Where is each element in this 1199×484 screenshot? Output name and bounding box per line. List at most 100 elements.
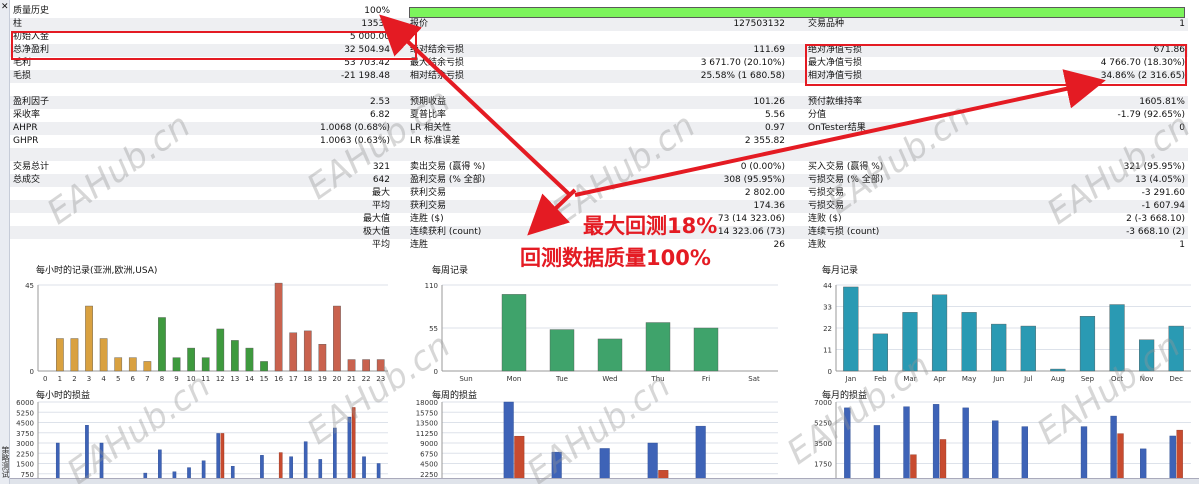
loss-bar: [514, 435, 525, 484]
x-tick-label: Sat: [748, 375, 760, 383]
stat-label: [808, 148, 958, 161]
x-tick-label: Sun: [459, 375, 472, 383]
stat-label: 绝对结余亏损: [410, 45, 465, 55]
stat-label: 连续获利 (count): [410, 227, 482, 237]
bar: [333, 305, 341, 372]
stat-label: 预期收益: [410, 97, 447, 107]
stat-value: 0 (0.00%): [740, 162, 785, 172]
report-row: GHPR 1.0063 (0.63%) LR 标准误差 2 355.82: [10, 135, 1188, 148]
x-tick-label: Dec: [1169, 375, 1183, 383]
y-tick-label: 1500: [16, 461, 34, 469]
profit-bar: [992, 420, 999, 484]
bar: [991, 323, 1007, 372]
stat-label: 获利交易: [410, 201, 447, 211]
profit-bar: [844, 407, 851, 484]
stat-label: 预付款维持率: [808, 97, 863, 107]
bar: [961, 312, 977, 372]
stat-value: 25.58% (1 680.58): [700, 71, 785, 81]
x-tick-label: Nov: [1140, 375, 1154, 383]
stat-value: 13 (4.05%): [1135, 175, 1185, 185]
bar: [872, 333, 888, 372]
weekly-pl-title: 每周的损益: [432, 391, 478, 401]
stat-value: [1035, 135, 1185, 148]
stat-label: LR 标准误差: [410, 136, 461, 146]
stat-label: [13, 239, 163, 252]
y-tick-label: 11250: [416, 430, 438, 438]
x-tick-label: 6: [131, 375, 136, 383]
charts-area: 每小时的记录(亚洲,欧洲,USA) 45 0 0 1 2 3 4 5 6 7 8 9 10 11 12 13 1…: [10, 263, 1199, 484]
y-tick-label: 3000: [16, 440, 34, 448]
stat-value: 最大值: [362, 214, 390, 224]
x-tick-label: 10: [187, 375, 196, 383]
loss-bar: [351, 407, 356, 484]
report-row: 毛利 53 703.42 最大结余亏损 3 671.70 (20.10%) 最大净值亏损…: [10, 57, 1188, 70]
bar: [645, 322, 671, 372]
profit-bar: [932, 404, 940, 484]
x-tick-label: Feb: [874, 375, 887, 383]
stat-value: -1 607.94: [1141, 201, 1185, 211]
stat-value: [1035, 148, 1185, 161]
bar: [501, 294, 527, 372]
y-tick-label: 55: [429, 325, 438, 333]
stat-value: 平均: [371, 201, 390, 211]
y-tick-label: 15750: [416, 409, 438, 417]
stat-label: GHPR: [13, 136, 39, 146]
y-tick-label: 0: [828, 368, 832, 376]
bottom-tab-strip[interactable]: [10, 478, 1199, 484]
stat-label: [808, 135, 958, 148]
stat-label: [410, 83, 560, 96]
bar: [347, 359, 356, 372]
stat-label: 采收率: [13, 110, 41, 120]
profit-bar: [903, 406, 910, 484]
x-tick-label: 5: [116, 375, 120, 383]
stat-label: 亏损交易 (% 全部): [808, 175, 884, 185]
profit-bar: [695, 425, 706, 484]
stat-label: [808, 31, 958, 44]
bar: [114, 357, 123, 372]
stat-value: 671.86: [1153, 45, 1186, 55]
loss-bar: [1117, 433, 1124, 484]
bar: [549, 329, 575, 372]
stat-value: 0.97: [764, 123, 785, 133]
stat-label: [13, 83, 163, 96]
stat-label: 相对结余亏损: [410, 71, 465, 81]
stat-value: 127503132: [733, 19, 785, 29]
bar: [158, 317, 166, 372]
stat-value: 1.0063 (0.63%): [320, 136, 390, 146]
hourly-pl-title: 每小时的损益: [36, 391, 91, 401]
report-row: 总成交 642 盈利交易 (% 全部) 308 (95.95%) 亏损交易 (% 全部)…: [10, 174, 1188, 187]
stat-value: 平均: [371, 240, 390, 250]
stat-value: -3 668.10 (2): [1126, 227, 1185, 237]
stat-value: 642: [372, 175, 390, 185]
x-tick-label: 4: [101, 375, 106, 383]
stat-value: 321: [372, 162, 390, 172]
stat-value: 34.86% (2 316.65): [1100, 71, 1185, 81]
stat-value: [310, 83, 390, 96]
x-tick-label: 21: [347, 375, 356, 383]
bar: [1139, 339, 1155, 372]
x-tick-label: 3: [87, 375, 91, 383]
bar: [99, 338, 108, 372]
x-tick-label: 15: [260, 375, 269, 383]
close-icon[interactable]: ✕: [1, 2, 9, 12]
bar: [1079, 316, 1096, 372]
stat-label: 毛损: [13, 71, 32, 81]
stat-label: 卖出交易 (赢得 %): [410, 162, 486, 172]
stat-label: 盈利因子: [13, 97, 50, 107]
report-row: 最大 获利交易 2 802.00 亏损交易 -3 291.60: [10, 187, 1188, 200]
stat-value: 308 (95.95%): [723, 175, 785, 185]
bar: [187, 347, 195, 372]
x-tick-label: Mar: [903, 375, 916, 383]
bar: [56, 338, 64, 372]
x-tick-label: 7: [145, 375, 149, 383]
stat-label: 毛利: [13, 58, 32, 68]
stat-value: 2 355.82: [744, 136, 785, 146]
stat-label: 相对净值亏损: [808, 71, 863, 81]
x-tick-label: May: [962, 375, 976, 383]
monthly-count-title: 每月记录: [822, 266, 859, 276]
stat-label: 最大净值亏损: [808, 58, 863, 68]
bar: [216, 328, 225, 372]
stat-value: 5.56: [764, 110, 785, 120]
weekly-count-chart: 每周记录 110 55 0 Sun Mon Tue Wed Thu Fri Sat: [406, 263, 786, 388]
y-tick-label: 0: [434, 368, 438, 376]
